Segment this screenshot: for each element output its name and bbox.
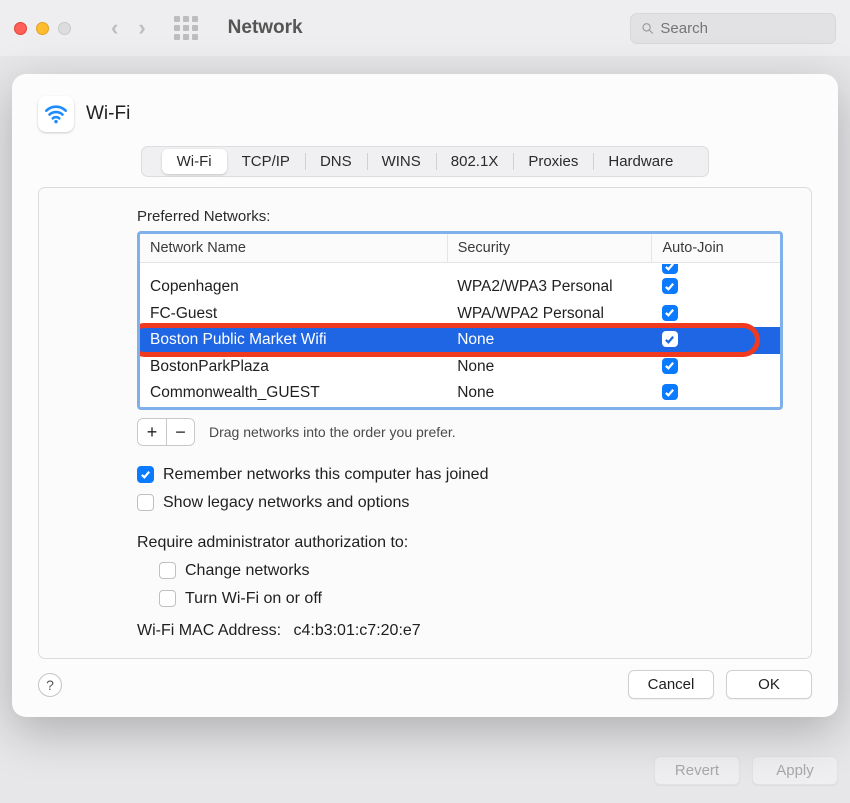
tab-wifi[interactable]: Wi-Fi: [162, 149, 227, 174]
col-security[interactable]: Security: [447, 234, 652, 263]
tab-proxies[interactable]: Proxies: [513, 149, 593, 174]
col-network-name[interactable]: Network Name: [140, 234, 447, 263]
table-row[interactable]: Commonwealth_GUESTNone: [140, 380, 780, 407]
network-security-cell: None: [447, 327, 652, 354]
parent-footer: Revert Apply: [654, 756, 838, 785]
network-name-cell: Copenhagen: [140, 274, 447, 301]
table-row[interactable]: Boston Public Market WifiNone: [140, 327, 780, 354]
autojoin-checkbox[interactable]: [662, 305, 678, 321]
tab-wins[interactable]: WINS: [367, 149, 436, 174]
remove-network-button[interactable]: −: [166, 419, 194, 445]
wifi-icon: [38, 96, 74, 132]
add-network-button[interactable]: +: [138, 419, 166, 445]
tab-hardware[interactable]: Hardware: [593, 149, 688, 174]
table-row[interactable]: CopenhagenWPA2/WPA3 Personal: [140, 274, 780, 301]
remember-networks-label: Remember networks this computer has join…: [163, 466, 488, 484]
preferred-networks-table[interactable]: Network Name Security Auto-Join Copenhag…: [137, 231, 783, 410]
apply-button[interactable]: Apply: [752, 756, 838, 785]
toolbar-search[interactable]: [630, 13, 836, 44]
authz-change-networks-checkbox[interactable]: Change networks: [159, 562, 783, 580]
table-row[interactable]: BostonParkPlazaNone: [140, 354, 780, 381]
table-row[interactable]: FC-GuestWPA/WPA2 Personal: [140, 301, 780, 328]
sheet-title: Wi-Fi: [86, 103, 130, 125]
window-minimize-button[interactable]: [36, 22, 49, 35]
ok-button[interactable]: OK: [726, 670, 812, 699]
checkbox-icon: [137, 494, 154, 511]
tab-8021x[interactable]: 802.1X: [436, 149, 514, 174]
col-autojoin[interactable]: Auto-Join: [652, 234, 780, 263]
authz-toggle-wifi-label: Turn Wi-Fi on or off: [185, 590, 322, 608]
add-remove-buttons: + −: [137, 418, 195, 446]
nav-arrows: ‹ ›: [111, 17, 146, 39]
autojoin-checkbox[interactable]: [662, 384, 678, 400]
window-toolbar: ‹ › Network: [0, 0, 850, 56]
wifi-tab-panel: Preferred Networks: Network Name Securit…: [38, 187, 812, 659]
window-close-button[interactable]: [14, 22, 27, 35]
network-security-cell: WPA/WPA2 Personal: [447, 301, 652, 328]
cancel-button[interactable]: Cancel: [628, 670, 714, 699]
autojoin-checkbox[interactable]: [662, 278, 678, 294]
authz-toggle-wifi-checkbox[interactable]: Turn Wi-Fi on or off: [159, 590, 783, 608]
checkbox-icon: [159, 590, 176, 607]
checkbox-icon: [137, 466, 154, 483]
window-zoom-button[interactable]: [58, 22, 71, 35]
tab-bar: Wi-Fi TCP/IP DNS WINS 802.1X Proxies Har…: [141, 146, 709, 177]
drag-hint: Drag networks into the order you prefer.: [209, 424, 456, 440]
traffic-lights: [14, 22, 71, 35]
autojoin-checkbox[interactable]: [662, 358, 678, 374]
authz-change-networks-label: Change networks: [185, 562, 310, 580]
network-name-cell: Commonwealth_GUEST: [140, 380, 447, 407]
network-security-cell: WPA2/WPA3 Personal: [447, 274, 652, 301]
network-name-cell: FC-Guest: [140, 301, 447, 328]
back-button[interactable]: ‹: [111, 17, 118, 39]
show-all-prefs-icon[interactable]: [174, 16, 198, 40]
autojoin-checkbox[interactable]: [662, 331, 678, 347]
tab-dns[interactable]: DNS: [305, 149, 367, 174]
network-security-cell: None: [447, 380, 652, 407]
window-title: Network: [228, 17, 303, 39]
network-name-cell: Boston Public Market Wifi: [140, 327, 447, 354]
revert-button[interactable]: Revert: [654, 756, 740, 785]
preferred-networks-label: Preferred Networks:: [137, 208, 783, 225]
checkbox-icon: [159, 562, 176, 579]
table-row[interactable]: [140, 263, 780, 275]
remember-networks-checkbox[interactable]: Remember networks this computer has join…: [137, 466, 783, 484]
help-button[interactable]: ?: [38, 673, 62, 697]
forward-button[interactable]: ›: [138, 17, 145, 39]
search-icon: [641, 21, 654, 36]
show-legacy-checkbox[interactable]: Show legacy networks and options: [137, 494, 783, 512]
mac-address-value: c4:b3:01:c7:20:e7: [293, 622, 420, 639]
authz-label: Require administrator authorization to:: [137, 534, 783, 552]
search-input[interactable]: [660, 20, 825, 37]
network-name-cell: BostonParkPlaza: [140, 354, 447, 381]
network-security-cell: None: [447, 354, 652, 381]
wifi-advanced-sheet: Wi-Fi Wi-Fi TCP/IP DNS WINS 802.1X Proxi…: [12, 74, 838, 717]
autojoin-checkbox[interactable]: [662, 264, 678, 274]
tab-tcpip[interactable]: TCP/IP: [227, 149, 305, 174]
mac-address-label: Wi-Fi MAC Address:: [137, 622, 281, 639]
show-legacy-label: Show legacy networks and options: [163, 494, 409, 512]
